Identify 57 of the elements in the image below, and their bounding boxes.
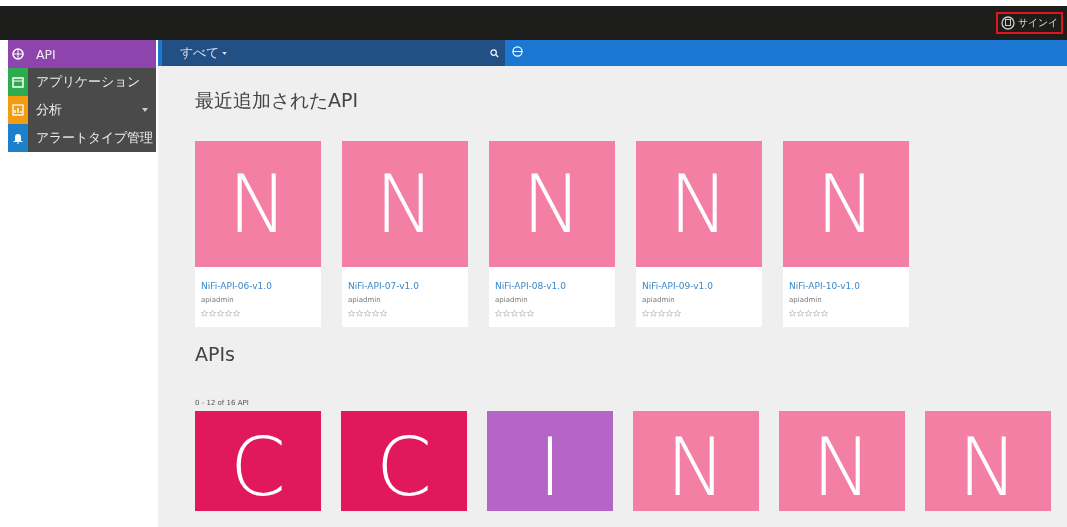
star-icon[interactable] — [642, 310, 649, 317]
search-icon[interactable] — [490, 48, 499, 58]
api-thumbnail[interactable]: N — [633, 411, 759, 511]
star-icon[interactable] — [519, 310, 526, 317]
star-icon[interactable] — [201, 310, 208, 317]
star-icon[interactable] — [225, 310, 232, 317]
sidebar-item[interactable]: 分析 — [8, 96, 156, 124]
star-icon[interactable] — [805, 310, 812, 317]
star-icon[interactable] — [821, 310, 828, 317]
star-icon[interactable] — [495, 310, 502, 317]
api-thumbnail[interactable]: N — [779, 411, 905, 511]
user-icon — [1001, 16, 1015, 30]
sidebar-item[interactable]: アプリケーション — [8, 68, 156, 96]
api-name-link[interactable]: NiFi-API-09-v1.0 — [642, 281, 756, 291]
scope-dropdown[interactable]: すべて — [180, 44, 227, 62]
api-name-link[interactable]: NiFi-API-06-v1.0 — [201, 281, 315, 291]
api-thumbnail[interactable]: N — [925, 411, 1051, 511]
api-thumbnail: N — [783, 141, 909, 267]
section-title: 最近追加されたAPI — [195, 88, 360, 113]
api-name-link[interactable]: NiFi-API-10-v1.0 — [789, 281, 903, 291]
api-thumbnail[interactable]: I — [487, 411, 613, 511]
star-icon[interactable] — [797, 310, 804, 317]
sidebar-item[interactable]: アラートタイプ管理 — [8, 124, 156, 152]
star-icon[interactable] — [511, 310, 518, 317]
globe-icon[interactable] — [512, 46, 523, 57]
api-thumbnail[interactable]: C — [341, 411, 467, 511]
star-icon[interactable] — [372, 310, 379, 317]
api-thumbnail[interactable]: C — [195, 411, 321, 511]
star-icon[interactable] — [650, 310, 657, 317]
sidebar-item[interactable]: API — [8, 40, 156, 68]
api-thumbnail: N — [195, 141, 321, 267]
caret-icon — [222, 51, 227, 55]
sign-in-button[interactable]: サインイ — [996, 12, 1063, 34]
globe-icon — [12, 48, 24, 60]
api-thumbnail: N — [342, 141, 468, 267]
star-icon[interactable] — [674, 310, 681, 317]
star-icon[interactable] — [658, 310, 665, 317]
star-icon[interactable] — [209, 310, 216, 317]
api-thumbnail: N — [636, 141, 762, 267]
star-icon[interactable] — [813, 310, 820, 317]
star-icon[interactable] — [217, 310, 224, 317]
chart-icon — [12, 104, 24, 116]
star-icon[interactable] — [356, 310, 363, 317]
calendar-icon — [12, 76, 24, 88]
star-icon[interactable] — [527, 310, 534, 317]
api-name-link[interactable]: NiFi-API-08-v1.0 — [495, 281, 609, 291]
star-icon[interactable] — [364, 310, 371, 317]
star-icon[interactable] — [380, 310, 387, 317]
section-title: APIs — [195, 343, 236, 365]
star-icon[interactable] — [348, 310, 355, 317]
star-icon[interactable] — [789, 310, 796, 317]
api-thumbnail: N — [489, 141, 615, 267]
bell-icon — [12, 132, 24, 144]
api-name-link[interactable]: NiFi-API-07-v1.0 — [348, 281, 462, 291]
star-icon[interactable] — [233, 310, 240, 317]
star-icon[interactable] — [666, 310, 673, 317]
star-icon[interactable] — [503, 310, 510, 317]
